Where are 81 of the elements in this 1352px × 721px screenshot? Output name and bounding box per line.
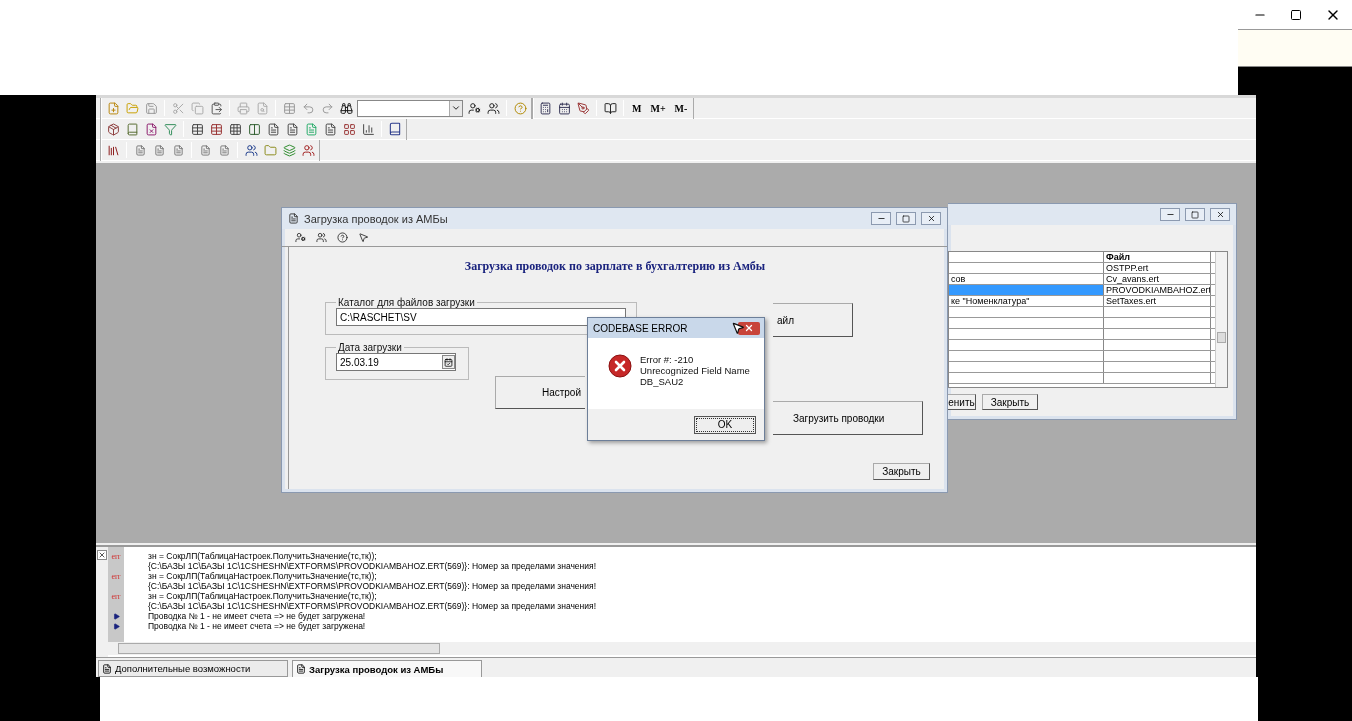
table-icon[interactable] xyxy=(208,121,224,137)
close-button[interactable] xyxy=(738,321,760,335)
error-icon xyxy=(608,354,632,378)
close-icon xyxy=(98,551,106,559)
window-icon xyxy=(288,213,299,224)
pen-icon[interactable] xyxy=(575,100,591,116)
columns-icon[interactable] xyxy=(246,121,262,137)
close-icon xyxy=(926,214,936,223)
log-line: {C:\БАЗЫ 1С\БАЗЫ 1С\1CSHESHN\EXTFORMS\PROVODKIAMBAHOZ.ERT(569)}: Номер за пределами значения! xyxy=(147,601,596,611)
memory-button[interactable]: M+ xyxy=(647,102,669,114)
close-icon xyxy=(744,323,754,333)
package-icon[interactable] xyxy=(105,121,121,137)
form-button[interactable]: Настрой xyxy=(495,376,585,409)
table-icon[interactable] xyxy=(189,121,205,137)
window-button[interactable]: Закрыть xyxy=(982,394,1038,410)
book-icon[interactable] xyxy=(387,121,403,137)
close-button[interactable] xyxy=(921,212,941,225)
info-marker-icon xyxy=(112,612,120,620)
layout-icon[interactable] xyxy=(341,121,357,137)
error-message: DB_SAU2 xyxy=(640,376,685,387)
user-gear-icon[interactable] xyxy=(466,100,482,116)
table-cell[interactable]: OSTPP.ert xyxy=(1106,263,1149,273)
calendar-icon xyxy=(444,357,453,367)
memory-button[interactable]: M xyxy=(629,102,645,114)
form-button[interactable]: Загрузить проводки xyxy=(773,401,923,435)
calendar-button[interactable] xyxy=(442,355,455,369)
close-icon xyxy=(1215,210,1225,219)
log-line: {C:\БАЗЫ 1С\БАЗЫ 1С\1CSHESHN\EXTFORMS\PROVODKIAMBAHOZ.ERT(569)}: Номер за пределами значения! xyxy=(147,581,596,591)
dropdown-icon xyxy=(451,103,461,113)
log-line: зн = СокрЛП(ТаблицаНастроек.ПолучитьЗначение(тс,тк)); xyxy=(147,551,377,561)
log-line: зн = СокрЛП(ТаблицаНастроек.ПолучитьЗначение(тс,тк)); xyxy=(147,571,377,581)
log-line: {C:\БАЗЫ 1С\БАЗЫ 1С\1CSHESHN\EXTFORMS\PROVODKIAMBAHOZ.ERT(569)}: Номер за пределами значения! xyxy=(147,561,596,571)
calendar-icon[interactable] xyxy=(556,100,572,116)
book-icon[interactable] xyxy=(602,100,618,116)
table-cell: ке "Номенклатура" xyxy=(951,296,1030,306)
maximize-icon[interactable] xyxy=(1290,8,1302,21)
log-line: Проводка № 1 - не имеет счета => не будет загружена! xyxy=(147,621,366,631)
bar-chart-icon[interactable] xyxy=(360,121,376,137)
maximize-icon xyxy=(1191,210,1199,219)
document-icon xyxy=(296,664,306,674)
log-line: Проводка № 1 - не имеет счета => не будет загружена! xyxy=(147,611,366,621)
minimize-button[interactable] xyxy=(871,212,891,225)
filter-icon[interactable] xyxy=(162,121,178,137)
mouse-cursor-icon xyxy=(731,321,745,335)
column-header: Файл xyxy=(1104,252,1211,262)
scrollbar[interactable] xyxy=(1215,252,1227,387)
form-button[interactable]: айл xyxy=(773,303,853,337)
help-icon[interactable] xyxy=(334,229,350,246)
table-cell[interactable]: SetTaxes.ert xyxy=(1106,296,1157,306)
grid-icon[interactable] xyxy=(227,121,243,137)
horizontal-scrollbar[interactable] xyxy=(108,642,1256,655)
table-cell[interactable]: Cv_avans.ert xyxy=(1106,274,1160,284)
date-field[interactable]: 25.03.19 xyxy=(336,353,456,371)
error-tag: err xyxy=(111,591,121,601)
layers-icon[interactable] xyxy=(281,142,297,158)
error-message: Unrecognized Field Name xyxy=(640,365,750,376)
users-icon[interactable] xyxy=(243,142,259,158)
info-marker-icon xyxy=(112,622,120,630)
error-tag: err xyxy=(111,571,121,581)
window-tab[interactable]: Дополнительные возможности xyxy=(98,660,288,677)
binoculars-icon[interactable] xyxy=(338,100,354,116)
error-message: Error #: -210 xyxy=(640,354,695,365)
users-icon[interactable] xyxy=(485,100,501,116)
maximize-icon xyxy=(902,214,910,223)
error-tag: err xyxy=(111,551,121,561)
document-icon xyxy=(102,663,112,674)
form-button[interactable]: Закрыть xyxy=(873,463,930,480)
ok-button[interactable]: OK xyxy=(694,415,756,434)
form-heading: Загрузка проводок по зарплате в бухгалтерию из Амбы xyxy=(463,259,767,274)
memory-button[interactable]: M- xyxy=(671,102,691,114)
window-button[interactable]: енить xyxy=(948,394,976,410)
table-cell: сов xyxy=(951,274,966,284)
close-button[interactable] xyxy=(1210,208,1230,221)
minimize-button[interactable] xyxy=(1160,208,1180,221)
window-tab[interactable]: Загрузка проводок из АМБы xyxy=(292,660,482,677)
users-icon[interactable] xyxy=(300,142,316,158)
group-label: Каталог для файлов загрузки xyxy=(337,297,476,308)
group-label: Дата загрузки xyxy=(337,342,403,353)
window-title: Загрузка проводок из АМБы xyxy=(304,212,449,225)
log-line: зн = СокрЛП(ТаблицаНастроек.ПолучитьЗначение(тс,тк)); xyxy=(147,591,377,601)
close-button[interactable] xyxy=(97,550,107,560)
